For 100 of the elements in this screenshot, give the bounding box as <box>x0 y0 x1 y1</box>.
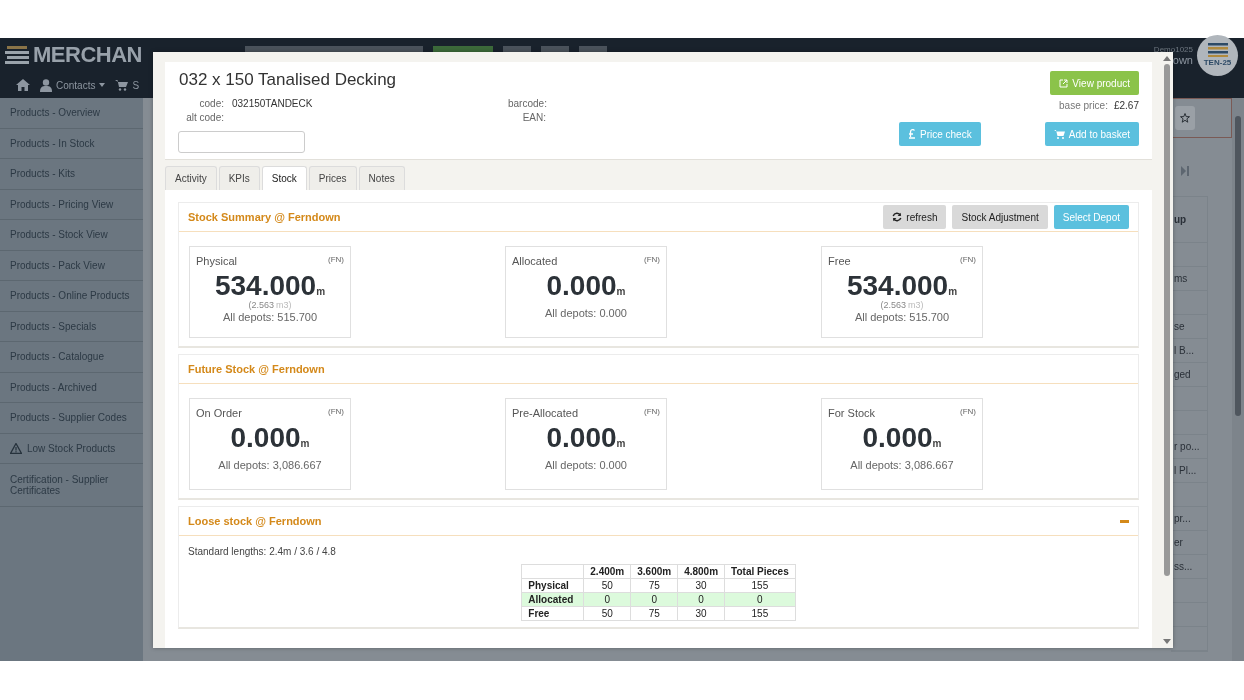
depot-tag: (FN) <box>644 407 660 419</box>
all-depots-text: All depots: 515.700 <box>222 311 318 323</box>
company-logo: TEN-25 <box>1197 34 1238 76</box>
depot-tag: (FN) <box>328 255 344 267</box>
caret-icon <box>99 83 106 87</box>
view-product-button[interactable]: View product <box>1050 71 1139 95</box>
nav-field[interactable] <box>245 46 423 52</box>
refresh-icon <box>892 212 903 222</box>
card-label: Physical <box>196 255 237 267</box>
input-field[interactable] <box>178 131 305 153</box>
standard-lengths-text: Standard lengths: 2.4m / 3.6 / 4.8 <box>188 546 337 557</box>
volume-value: (2.563 <box>248 301 274 310</box>
base-price-label: base price: <box>1059 100 1108 111</box>
card-label: Allocated <box>512 255 558 267</box>
table-cell: 75 <box>630 578 678 593</box>
refresh-button[interactable]: refresh <box>883 205 947 229</box>
warning-icon <box>10 442 22 454</box>
cart-icon <box>1053 129 1065 139</box>
tab[interactable]: Notes <box>358 166 405 190</box>
unit-label: m <box>316 286 326 297</box>
card-label: For Stock <box>828 407 876 419</box>
depot-tag: (FN) <box>644 255 660 267</box>
nav-link[interactable]: Contacts <box>40 78 106 92</box>
section-title: Stock Summary @ Ferndown <box>188 211 341 223</box>
nav-link[interactable]: S <box>115 79 140 91</box>
row-header: Physical <box>521 578 584 593</box>
tab[interactable]: Stock <box>261 166 307 190</box>
table-cell: 30 <box>677 606 725 621</box>
table-cell: 50 <box>583 606 631 621</box>
column-header: Total Pieces <box>724 564 796 579</box>
scrollbar[interactable] <box>1232 98 1244 661</box>
unit-label: m <box>932 438 942 449</box>
table-cell: 75 <box>630 606 678 621</box>
product-title: 032 x 150 Tanalised Decking <box>179 70 398 90</box>
last-page-icon[interactable] <box>1181 166 1189 176</box>
home-icon[interactable] <box>16 79 30 91</box>
nav-tab[interactable] <box>541 46 569 52</box>
price-check-button[interactable]: Price check <box>899 122 981 146</box>
person-icon <box>40 78 52 92</box>
tab[interactable]: KPIs <box>218 166 260 190</box>
external-link-icon <box>1059 78 1069 88</box>
column-header: 3.600m <box>630 564 678 579</box>
unit-label: m <box>948 286 958 297</box>
all-depots-text: All depots: 0.000 <box>545 307 627 319</box>
row-header: Free <box>521 606 584 621</box>
field-label: code: <box>198 97 224 111</box>
table-cell: 50 <box>583 578 631 593</box>
nav-tab[interactable] <box>579 46 607 52</box>
volume-value: (2.563 <box>880 301 906 310</box>
unit-label: m <box>300 438 310 449</box>
all-depots-text: All depots: 515.700 <box>854 311 950 323</box>
all-depots-text: All depots: 3,086.667 <box>218 459 322 471</box>
all-depots-text: All depots: 0.000 <box>545 459 627 471</box>
stock-value: 534.000 <box>846 271 949 301</box>
table-cell: 30 <box>677 578 725 593</box>
scroll-down-arrow-icon[interactable] <box>1162 639 1171 644</box>
table-cell: 155 <box>724 578 796 593</box>
nav-button[interactable] <box>433 46 493 52</box>
unit-label: m <box>616 286 626 297</box>
card-label: Pre-Allocated <box>512 407 579 419</box>
section-title: Future Stock @ Ferndown <box>188 363 325 375</box>
field-value: 032150TANDECK <box>232 97 314 111</box>
tab[interactable]: Prices <box>308 166 357 190</box>
field-label: alt code: <box>185 111 224 125</box>
add-to-basket-button[interactable]: Add to basket <box>1044 122 1139 146</box>
logo-text: MERCHAN <box>33 42 142 68</box>
card-label: Free <box>828 255 851 267</box>
column-header: 4.800m <box>677 564 725 579</box>
field-label: EAN: <box>521 111 546 125</box>
collapse-icon[interactable] <box>1120 519 1129 523</box>
stock-value: 0.000 <box>546 271 617 301</box>
volume-unit: m3) <box>276 301 292 310</box>
location-label: own <box>1172 53 1193 66</box>
star-button[interactable] <box>1175 106 1195 130</box>
section-title: Loose stock @ Ferndown <box>188 515 322 527</box>
select-depot-button[interactable]: Select Depot <box>1053 205 1129 229</box>
depot-tag: (FN) <box>960 407 976 419</box>
star-icon <box>1180 113 1190 123</box>
depot-tag: (FN) <box>328 407 344 419</box>
user-name: Demo1025 <box>1153 44 1193 54</box>
scroll-up-arrow-icon[interactable] <box>1162 56 1171 61</box>
unit-label: m <box>616 438 626 449</box>
card-label: On Order <box>196 407 242 419</box>
base-price-value: £2.67 <box>1113 100 1139 111</box>
nav-tab[interactable] <box>503 46 531 52</box>
stock-adjustment-button[interactable]: Stock Adjustment <box>952 205 1048 229</box>
field-label: barcode: <box>508 97 546 111</box>
column-header: 2.400m <box>583 564 631 579</box>
stock-value: 0.000 <box>230 423 301 453</box>
volume-unit: m3) <box>908 301 924 310</box>
pound-icon <box>908 129 916 139</box>
logo-icon <box>5 44 31 66</box>
stock-value: 0.000 <box>862 423 933 453</box>
tab[interactable]: Activity <box>165 166 217 190</box>
stock-value: 0.000 <box>546 423 617 453</box>
all-depots-text: All depots: 3,086.667 <box>850 459 954 471</box>
table-cell: 155 <box>724 606 796 621</box>
cart-icon <box>115 79 129 91</box>
stock-value: 534.000 <box>214 271 317 301</box>
depot-tag: (FN) <box>960 255 976 267</box>
